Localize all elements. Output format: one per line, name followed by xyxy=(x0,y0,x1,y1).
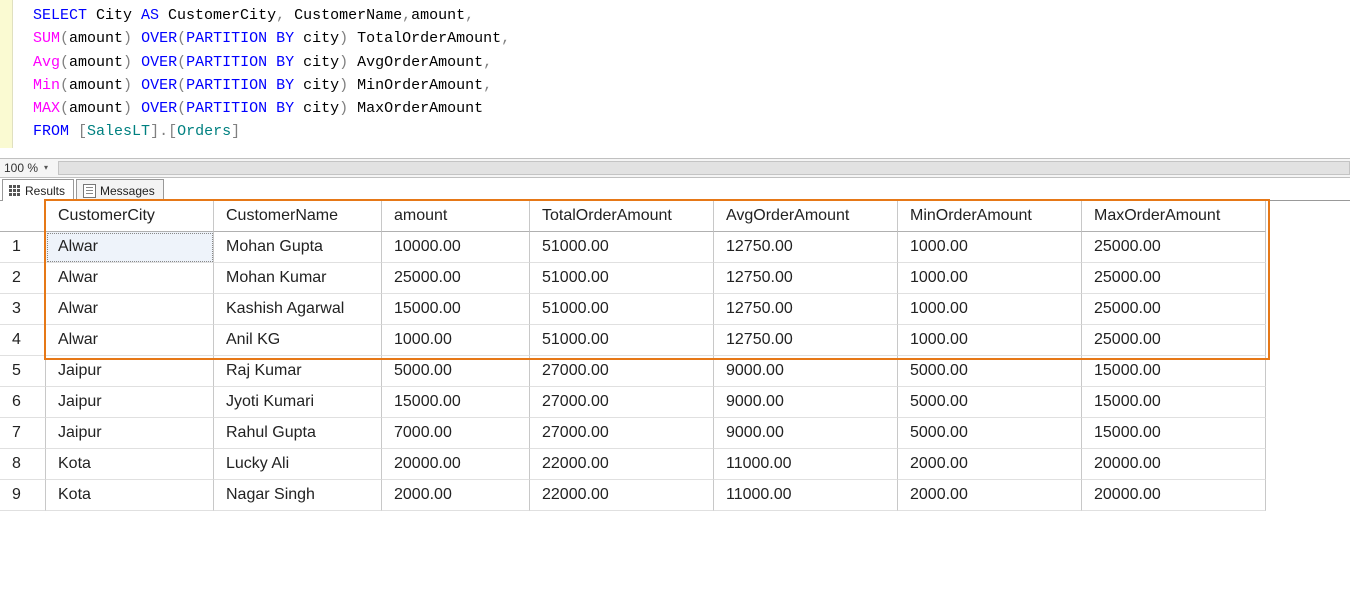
grid-cell[interactable]: 1000.00 xyxy=(898,325,1082,356)
grid-cell[interactable]: 12750.00 xyxy=(714,325,898,356)
grid-cell[interactable]: 11000.00 xyxy=(714,480,898,511)
row-number[interactable]: 4 xyxy=(0,325,46,356)
grid-cell[interactable]: 51000.00 xyxy=(530,232,714,263)
row-number[interactable]: 2 xyxy=(0,263,46,294)
grid-cell[interactable]: 15000.00 xyxy=(1082,356,1266,387)
sql-editor[interactable]: SELECT City AS CustomerCity, CustomerNam… xyxy=(0,0,1350,158)
tab-messages-label: Messages xyxy=(100,184,155,198)
grid-cell[interactable]: 5000.00 xyxy=(898,387,1082,418)
grid-cell[interactable]: Alwar xyxy=(46,232,214,263)
grid-cell[interactable]: 1000.00 xyxy=(898,232,1082,263)
sheet-icon xyxy=(83,184,96,198)
grid-cell[interactable]: Kota xyxy=(46,449,214,480)
grid-cell[interactable]: Kota xyxy=(46,480,214,511)
grid-cell[interactable]: 9000.00 xyxy=(714,387,898,418)
column-header[interactable]: AvgOrderAmount xyxy=(714,201,898,232)
grid-cell[interactable]: Kashish Agarwal xyxy=(214,294,382,325)
zoom-bar: 100 % ▾ xyxy=(0,158,1350,178)
tab-messages[interactable]: Messages xyxy=(76,179,164,201)
grid-cell[interactable]: 27000.00 xyxy=(530,387,714,418)
sql-code[interactable]: SELECT City AS CustomerCity, CustomerNam… xyxy=(13,0,510,148)
column-header[interactable]: CustomerName xyxy=(214,201,382,232)
grid-cell[interactable]: Jaipur xyxy=(46,356,214,387)
grid-icon xyxy=(9,185,21,197)
grid-cell[interactable]: 7000.00 xyxy=(382,418,530,449)
grid-cell[interactable]: Rahul Gupta xyxy=(214,418,382,449)
grid-cell[interactable]: 22000.00 xyxy=(530,449,714,480)
tab-results-label: Results xyxy=(25,184,65,198)
grid-cell[interactable]: 25000.00 xyxy=(1082,294,1266,325)
results-area: CustomerCityCustomerNameamountTotalOrder… xyxy=(0,201,1350,511)
grid-cell[interactable]: Raj Kumar xyxy=(214,356,382,387)
grid-cell[interactable]: 5000.00 xyxy=(898,418,1082,449)
grid-cell[interactable]: 25000.00 xyxy=(1082,232,1266,263)
column-header[interactable]: CustomerCity xyxy=(46,201,214,232)
row-number[interactable]: 6 xyxy=(0,387,46,418)
row-number[interactable]: 1 xyxy=(0,232,46,263)
grid-cell[interactable]: Nagar Singh xyxy=(214,480,382,511)
grid-cell[interactable]: 27000.00 xyxy=(530,356,714,387)
grid-cell[interactable]: 51000.00 xyxy=(530,325,714,356)
column-header[interactable]: TotalOrderAmount xyxy=(530,201,714,232)
row-number[interactable]: 8 xyxy=(0,449,46,480)
grid-cell[interactable]: 9000.00 xyxy=(714,418,898,449)
grid-cell[interactable]: 1000.00 xyxy=(898,263,1082,294)
column-header[interactable]: amount xyxy=(382,201,530,232)
grid-cell[interactable]: 25000.00 xyxy=(1082,263,1266,294)
row-header-corner xyxy=(0,201,46,232)
row-number[interactable]: 5 xyxy=(0,356,46,387)
grid-cell[interactable]: 15000.00 xyxy=(382,387,530,418)
grid-cell[interactable]: 27000.00 xyxy=(530,418,714,449)
grid-cell[interactable]: 1000.00 xyxy=(382,325,530,356)
grid-cell[interactable]: Mohan Kumar xyxy=(214,263,382,294)
column-header[interactable]: MaxOrderAmount xyxy=(1082,201,1266,232)
grid-cell[interactable]: 2000.00 xyxy=(382,480,530,511)
grid-cell[interactable]: 10000.00 xyxy=(382,232,530,263)
results-tabs: Results Messages xyxy=(0,178,1350,201)
grid-cell[interactable]: 20000.00 xyxy=(382,449,530,480)
grid-cell[interactable]: 2000.00 xyxy=(898,449,1082,480)
grid-cell[interactable]: 9000.00 xyxy=(714,356,898,387)
grid-cell[interactable]: 12750.00 xyxy=(714,263,898,294)
grid-cell[interactable]: 5000.00 xyxy=(898,356,1082,387)
grid-cell[interactable]: 22000.00 xyxy=(530,480,714,511)
zoom-level-label[interactable]: 100 % xyxy=(4,161,38,175)
grid-cell[interactable]: Mohan Gupta xyxy=(214,232,382,263)
grid-cell[interactable]: 12750.00 xyxy=(714,294,898,325)
grid-cell[interactable]: 15000.00 xyxy=(382,294,530,325)
grid-cell[interactable]: 15000.00 xyxy=(1082,387,1266,418)
grid-cell[interactable]: 51000.00 xyxy=(530,294,714,325)
row-number[interactable]: 7 xyxy=(0,418,46,449)
grid-cell[interactable]: Lucky Ali xyxy=(214,449,382,480)
grid-cell[interactable]: 5000.00 xyxy=(382,356,530,387)
grid-cell[interactable]: 12750.00 xyxy=(714,232,898,263)
grid-cell[interactable]: Alwar xyxy=(46,294,214,325)
grid-cell[interactable]: 20000.00 xyxy=(1082,480,1266,511)
grid-cell[interactable]: Jaipur xyxy=(46,418,214,449)
horizontal-scrollbar[interactable] xyxy=(58,161,1350,175)
grid-cell[interactable]: 51000.00 xyxy=(530,263,714,294)
column-header[interactable]: MinOrderAmount xyxy=(898,201,1082,232)
grid-cell[interactable]: 15000.00 xyxy=(1082,418,1266,449)
grid-cell[interactable]: 11000.00 xyxy=(714,449,898,480)
grid-cell[interactable]: 2000.00 xyxy=(898,480,1082,511)
row-number[interactable]: 3 xyxy=(0,294,46,325)
row-number[interactable]: 9 xyxy=(0,480,46,511)
grid-cell[interactable]: 25000.00 xyxy=(1082,325,1266,356)
grid-cell[interactable]: 20000.00 xyxy=(1082,449,1266,480)
grid-cell[interactable]: Alwar xyxy=(46,263,214,294)
results-grid[interactable]: CustomerCityCustomerNameamountTotalOrder… xyxy=(0,201,1350,511)
grid-cell[interactable]: Anil KG xyxy=(214,325,382,356)
tab-results[interactable]: Results xyxy=(2,179,74,201)
grid-cell[interactable]: 1000.00 xyxy=(898,294,1082,325)
grid-cell[interactable]: Alwar xyxy=(46,325,214,356)
grid-cell[interactable]: 25000.00 xyxy=(382,263,530,294)
zoom-dropdown-icon[interactable]: ▾ xyxy=(44,163,48,172)
grid-cell[interactable]: Jaipur xyxy=(46,387,214,418)
editor-gutter xyxy=(0,0,13,148)
grid-cell[interactable]: Jyoti Kumari xyxy=(214,387,382,418)
